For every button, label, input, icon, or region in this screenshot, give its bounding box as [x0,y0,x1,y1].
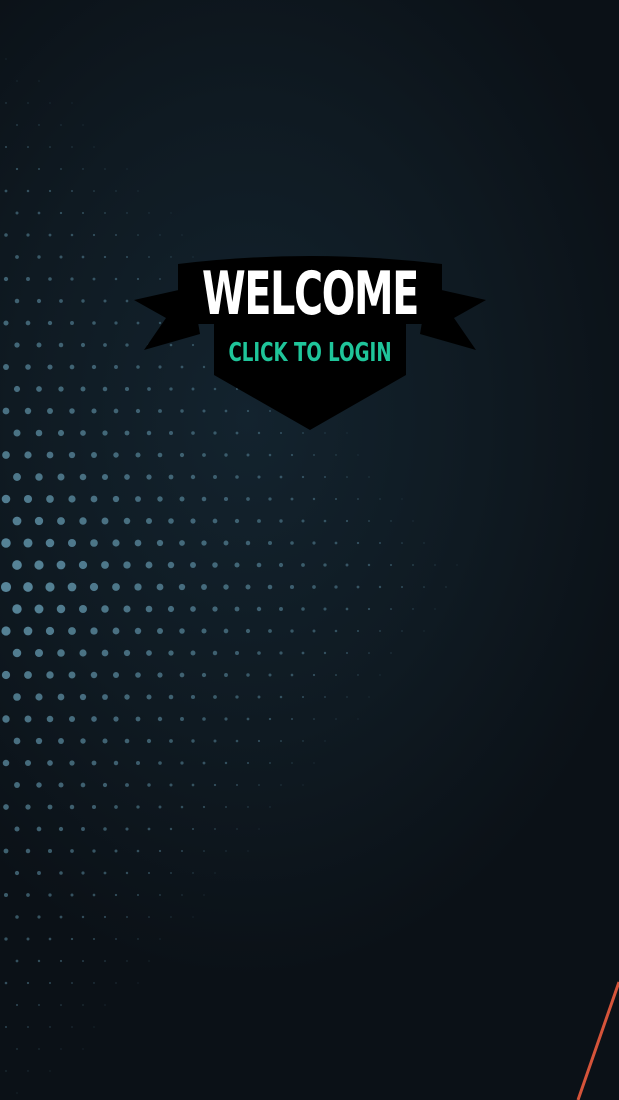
welcome-title: WELCOME [202,259,419,329]
click-to-login-link[interactable]: CLICK TO LOGIN [184,338,436,368]
accent-line [576,981,619,1100]
login-badge-button[interactable]: WELCOME CLICK TO LOGIN [130,250,490,435]
welcome-screen: WELCOME CLICK TO LOGIN [0,0,619,1100]
